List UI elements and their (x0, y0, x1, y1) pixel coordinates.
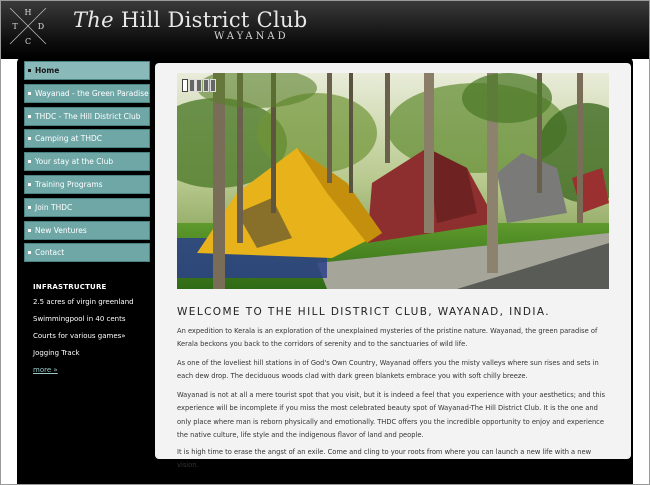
page: H T D C The Hill District Club WAYANAD H… (0, 0, 650, 485)
more-link[interactable]: more » (33, 366, 58, 374)
nav-item-contact[interactable]: Contact (24, 243, 150, 263)
nav-item-label: Training Programs (35, 179, 103, 189)
nav-item-label: New Ventures (35, 225, 87, 235)
slide-dot[interactable] (182, 79, 188, 92)
bullet-icon (28, 91, 31, 95)
nav-item-home[interactable]: Home (24, 61, 150, 80)
nav-item-label: Join THDC (35, 202, 73, 212)
nav-item-label: THDC - The Hill District Club (35, 111, 141, 121)
bullet-icon (28, 182, 31, 186)
infrastructure-item: 2.5 acres of virgin greenland (33, 298, 134, 306)
slide-dot[interactable] (203, 79, 209, 92)
welcome-paragraph: It is high time to erase the angst of an… (177, 448, 592, 470)
monogram-letter: C (25, 37, 31, 46)
slide-dot[interactable] (210, 79, 216, 92)
monogram-letter: H (25, 8, 32, 17)
site-title: The Hill District Club (73, 8, 308, 32)
infrastructure-box: INFRASTRUCTURE 2.5 acres of virgin green… (33, 283, 151, 374)
bullet-icon (28, 228, 31, 232)
nav-item-label: Contact (35, 248, 65, 258)
sidebar-nav: Home Wayanad - the Green Paradise THDC -… (24, 61, 150, 266)
welcome-heading: WELCOME TO THE HILL DISTRICT CLUB, WAYAN… (177, 306, 551, 318)
nav-item-thdc[interactable]: THDC - The Hill District Club (24, 106, 150, 126)
infrastructure-item: Courts for various games» (33, 332, 126, 340)
nav-item-label: Wayanad - the Green Paradise (35, 88, 149, 98)
monogram-letter: T (12, 22, 18, 31)
site-title-prefix: The (73, 8, 114, 32)
infrastructure-item: Jogging Track (33, 349, 80, 357)
monogram-logo[interactable]: H T D C (6, 4, 50, 48)
site-subtitle: WAYANAD (214, 31, 289, 42)
nav-item-stay[interactable]: Your stay at the Club (24, 152, 150, 172)
slideshow-pager (182, 77, 217, 96)
nav-item-join[interactable]: Join THDC (24, 197, 150, 217)
nav-item-training[interactable]: Training Programs (24, 174, 150, 194)
slide-dot[interactable] (189, 79, 195, 92)
nav-item-label: Camping at THDC (35, 134, 103, 144)
nav-item-label: Home (35, 66, 60, 75)
infrastructure-title: INFRASTRUCTURE (33, 283, 107, 291)
monogram-letter: D (38, 22, 44, 31)
bullet-icon (28, 69, 31, 72)
welcome-paragraph: An expedition to Kerala is an exploratio… (177, 327, 598, 349)
bullet-icon (28, 160, 31, 164)
welcome-paragraph: As one of the loveliest hill stations in… (177, 359, 599, 381)
nav-item-ventures[interactable]: New Ventures (24, 220, 150, 240)
welcome-paragraph: Wayanad is not at all a mere tourist spo… (177, 391, 606, 439)
bullet-icon (28, 251, 31, 255)
infrastructure-item: Swimmingpool in 40 cents (33, 315, 126, 323)
site-header: H T D C The Hill District Club WAYANAD (1, 1, 649, 59)
slide-dot[interactable] (196, 79, 202, 92)
bullet-icon (28, 205, 31, 209)
bullet-icon (28, 114, 31, 118)
hero-image (177, 73, 609, 289)
nav-item-wayanad[interactable]: Wayanad - the Green Paradise (24, 83, 150, 103)
bullet-icon (28, 137, 31, 141)
nav-item-label: Your stay at the Club (35, 157, 114, 167)
site-title-main: Hill District Club (120, 8, 308, 32)
nav-item-camping[interactable]: Camping at THDC (24, 129, 150, 149)
